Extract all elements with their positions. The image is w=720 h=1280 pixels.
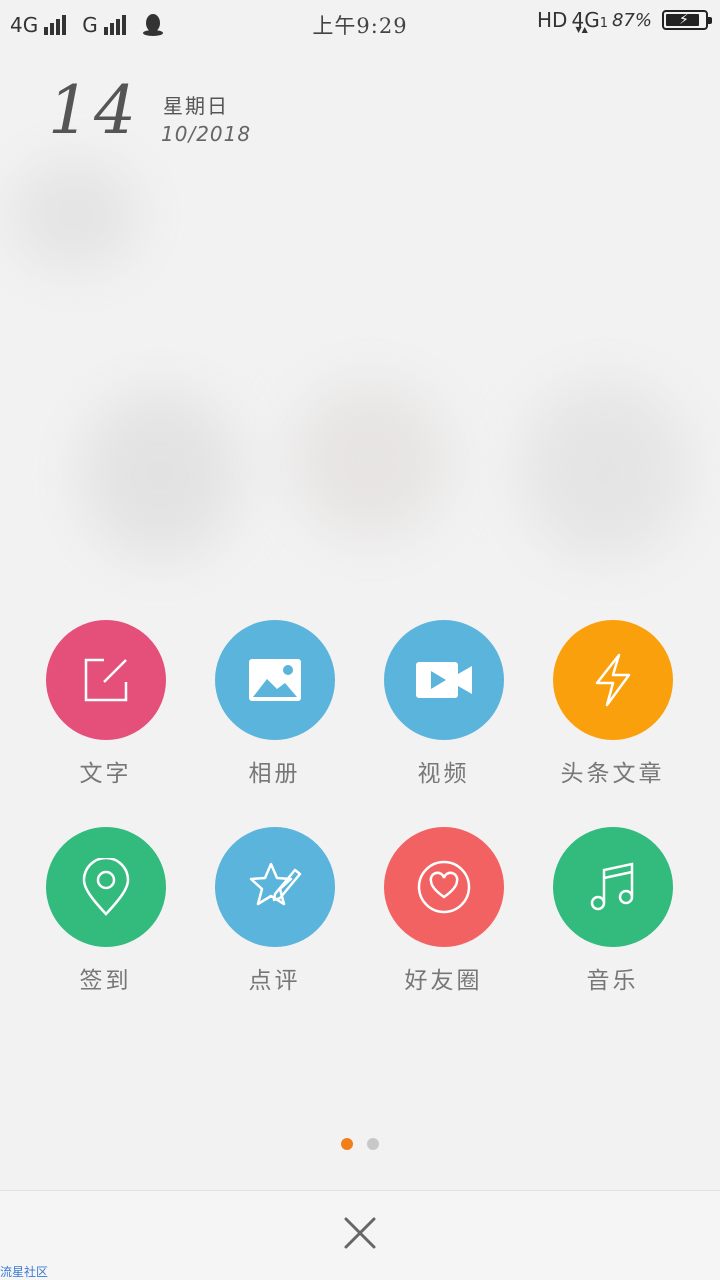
action-video[interactable]: 视频	[359, 620, 528, 788]
charging-icon: ⚡	[679, 12, 689, 28]
action-label: 相册	[248, 761, 301, 787]
action-circle[interactable]	[214, 827, 335, 947]
action-circle[interactable]	[552, 620, 673, 740]
bottom-bar: 流星社区	[0, 1190, 720, 1280]
action-circle[interactable]	[383, 827, 504, 947]
action-circle[interactable]	[383, 620, 504, 740]
action-label: 视频	[417, 761, 470, 787]
edit-icon	[84, 658, 127, 702]
action-review[interactable]: 点评	[190, 827, 359, 995]
page-indicator	[0, 1138, 720, 1150]
hd-label: HD	[537, 8, 568, 32]
watermark-text: 流星社区	[0, 1265, 49, 1279]
action-headline-article[interactable]: 头条文章	[528, 620, 697, 788]
video-icon	[415, 662, 472, 698]
date-day: 14	[48, 72, 140, 149]
action-label: 签到	[79, 968, 132, 994]
action-checkin[interactable]: 签到	[21, 827, 190, 995]
battery-icon: ⚡	[662, 10, 712, 30]
action-label: 头条文章	[560, 761, 665, 787]
action-music[interactable]: 音乐	[528, 827, 697, 995]
data-transfer-icon: ▼▲	[575, 25, 588, 34]
action-circle[interactable]	[45, 827, 166, 947]
action-label: 音乐	[586, 968, 639, 994]
music-note-icon	[590, 862, 633, 911]
close-icon[interactable]	[340, 1213, 380, 1253]
background-blur	[10, 160, 140, 270]
background-blur	[520, 380, 690, 560]
action-text[interactable]: 文字	[21, 620, 190, 788]
action-label: 文字	[79, 761, 132, 787]
action-circle[interactable]	[552, 827, 673, 947]
heart-circle-icon	[417, 860, 470, 914]
date-month-year: 10/2018	[161, 122, 252, 146]
lightning-icon	[595, 653, 630, 707]
action-circle[interactable]	[214, 620, 335, 740]
action-label: 点评	[248, 968, 301, 994]
star-pen-icon	[249, 862, 301, 906]
network-type-label: 4G1 ▼▲	[571, 8, 608, 34]
action-circle[interactable]	[45, 620, 166, 740]
status-bar: 4G G 上午9:29 HD 4G1 ▼▲ 87% ⚡	[0, 0, 720, 50]
page-dot[interactable]	[367, 1138, 379, 1150]
date-weekday: 星期日	[163, 94, 229, 118]
battery-percent: 87%	[611, 9, 652, 31]
location-pin-icon	[82, 858, 129, 916]
background-blur	[80, 390, 240, 560]
action-album[interactable]: 相册	[190, 620, 359, 788]
photo-icon	[248, 659, 301, 701]
background-blur	[290, 380, 450, 540]
page-dot-active[interactable]	[341, 1138, 353, 1150]
action-label: 好友圈	[404, 968, 483, 994]
action-friends-circle[interactable]: 好友圈	[359, 827, 528, 995]
